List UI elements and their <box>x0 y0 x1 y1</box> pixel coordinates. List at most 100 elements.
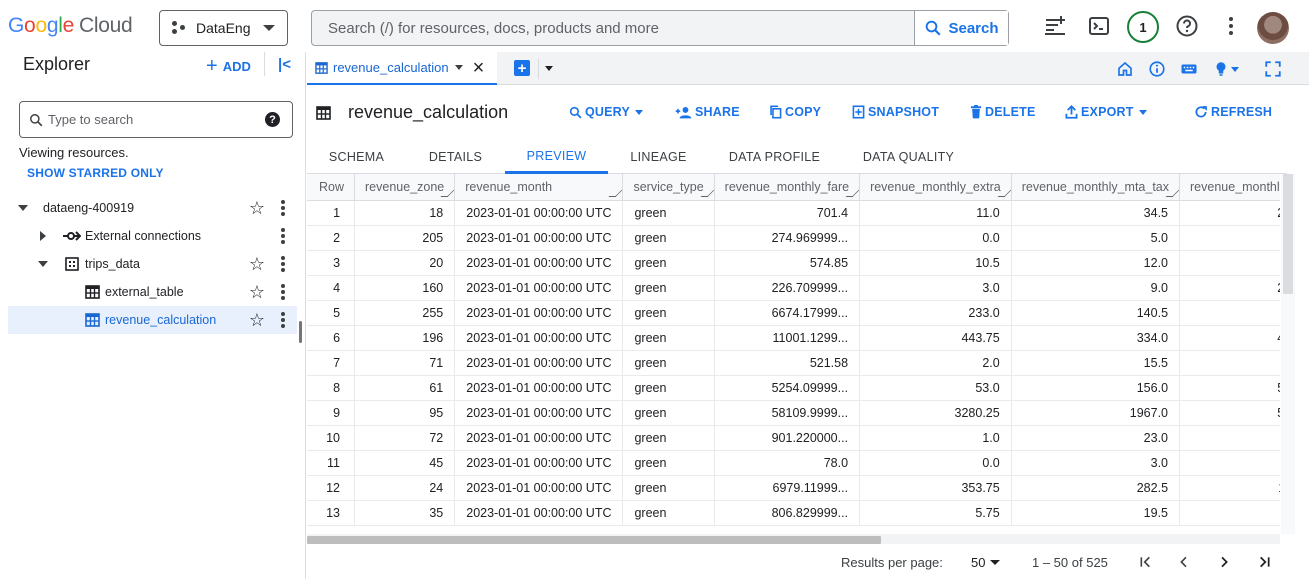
row-number[interactable]: 4 <box>307 275 356 301</box>
star-icon[interactable]: ☆ <box>249 283 265 301</box>
table-row[interactable]: 12 24 2023-01-01 00:00:00 UTC green 6979.119… <box>307 475 1280 501</box>
table-cell[interactable]: 574.85 <box>714 250 861 276</box>
table-row[interactable]: 10 72 2023-01-01 00:00:00 UTC green 901.2200… <box>307 425 1280 451</box>
table-cell[interactable]: 2023-01-01 00:00:00 UTC <box>454 425 624 451</box>
export-button[interactable]: EXPORT <box>1065 105 1147 119</box>
table-cell[interactable]: green <box>622 450 715 476</box>
tab-data-profile[interactable]: DATA PROFILE <box>709 140 840 173</box>
table-cell[interactable]: 140.5 <box>1011 300 1181 326</box>
query-button[interactable]: QUERY <box>569 105 643 119</box>
table-cell[interactable]: 0.0 <box>859 225 1012 251</box>
table-cell[interactable]: 2023-01-01 00:00:00 UTC <box>454 450 624 476</box>
row-number[interactable]: 7 <box>307 350 356 376</box>
notifications-badge[interactable]: 1 <box>1127 11 1159 43</box>
column-header[interactable]: revenue_monthly_mta_tax <box>1011 174 1181 201</box>
more-vert-icon[interactable] <box>281 284 285 300</box>
tree-item-project[interactable]: dataeng-400919 ☆ <box>8 194 297 222</box>
table-cell[interactable]: 233.0 <box>859 300 1012 326</box>
table-cell[interactable]: 71 <box>354 350 456 376</box>
copy-button[interactable]: COPY <box>769 105 821 119</box>
row-number[interactable]: 1 <box>307 200 356 226</box>
info-icon[interactable] <box>1148 60 1166 78</box>
table-cell[interactable]: 23.0 <box>1011 425 1181 451</box>
row-number[interactable]: 8 <box>307 375 356 401</box>
table-cell[interactable]: 3.0 <box>1011 450 1181 476</box>
table-cell[interactable]: 11.0 <box>859 200 1012 226</box>
table-cell[interactable]: 2023-01-01 00:00:00 UTC <box>454 300 624 326</box>
column-header[interactable]: service_type <box>622 174 715 201</box>
table-row[interactable]: 1 18 2023-01-01 00:00:00 UTC green 701.4 11.0… <box>307 200 1280 226</box>
table-cell[interactable]: 2023-01-01 00:00:00 UTC <box>454 475 624 501</box>
table-cell[interactable]: green <box>622 275 715 301</box>
column-header[interactable]: revenue_zone <box>354 174 456 201</box>
table-cell[interactable]: 78.0 <box>714 450 861 476</box>
tab-lineage[interactable]: LINEAGE <box>608 140 709 173</box>
table-cell[interactable]: 500.779999... <box>1179 375 1280 401</box>
table-cell[interactable]: 61 <box>354 375 456 401</box>
table-row[interactable]: 3 20 2023-01-01 00:00:00 UTC green 574.85 10.… <box>307 250 1280 276</box>
google-cloud-logo[interactable]: Google Cloud <box>8 14 133 38</box>
row-number[interactable]: 2 <box>307 225 356 251</box>
table-cell[interactable]: green <box>622 375 715 401</box>
delete-button[interactable]: DELETE <box>970 105 1036 119</box>
table-cell[interactable]: 6979.11999... <box>714 475 861 501</box>
table-cell[interactable]: 5.75 <box>859 500 1012 526</box>
tree-item-external-connections[interactable]: External connections <box>8 222 297 250</box>
panel-resize-handle[interactable] <box>299 321 302 343</box>
home-icon[interactable] <box>1116 60 1134 78</box>
table-cell[interactable]: 255 <box>354 300 456 326</box>
column-header[interactable]: Row <box>307 174 356 201</box>
cloud-shell-icon[interactable] <box>1087 14 1111 38</box>
global-search-input[interactable] <box>312 11 916 45</box>
table-cell[interactable]: 480.699999... <box>1179 325 1280 351</box>
table-cell[interactable]: 5750.18000... <box>1179 400 1280 426</box>
table-cell[interactable]: 95 <box>354 400 456 426</box>
table-cell[interactable]: green <box>622 475 715 501</box>
tab-preview[interactable]: PREVIEW <box>505 140 608 174</box>
table-cell[interactable]: 64.04 <box>1179 425 1280 451</box>
tree-item-revenue-calculation[interactable]: revenue_calculation ☆ <box>8 306 297 334</box>
column-resize-handle[interactable] <box>440 189 454 197</box>
horizontal-scrollbar[interactable] <box>307 536 881 544</box>
row-number[interactable]: 11 <box>307 450 356 476</box>
table-row[interactable]: 2 205 2023-01-01 00:00:00 UTC green 274.9699… <box>307 225 1280 251</box>
snapshot-button[interactable]: SNAPSHOT <box>852 105 939 119</box>
table-cell[interactable]: 35 <box>354 500 456 526</box>
row-number[interactable]: 3 <box>307 250 356 276</box>
table-cell[interactable]: 156.0 <box>1011 375 1181 401</box>
table-row[interactable]: 7 71 2023-01-01 00:00:00 UTC green 521.58 2.0… <box>307 350 1280 376</box>
column-resize-handle[interactable] <box>608 189 622 197</box>
tab-revenue-calculation[interactable]: revenue_calculation × <box>307 52 497 85</box>
table-cell[interactable]: green <box>622 225 715 251</box>
table-cell[interactable]: 2023-01-01 00:00:00 UTC <box>454 500 624 526</box>
table-cell[interactable]: 282.5 <box>1011 475 1181 501</box>
column-header[interactable]: revenue_monthly_tip_amount <box>1179 174 1280 201</box>
table-cell[interactable]: 901.220000... <box>714 425 861 451</box>
table-cell[interactable]: 226.709999... <box>714 275 861 301</box>
row-number[interactable]: 9 <box>307 400 356 426</box>
row-number[interactable]: 5 <box>307 300 356 326</box>
vertical-scrollbar[interactable] <box>1283 174 1293 294</box>
table-cell[interactable]: 160 <box>354 275 456 301</box>
column-resize-handle[interactable] <box>700 189 714 197</box>
keyboard-icon[interactable] <box>1180 60 1198 78</box>
table-row[interactable]: 4 160 2023-01-01 00:00:00 UTC green 226.7099… <box>307 275 1280 301</box>
chevron-down-icon[interactable] <box>1231 67 1239 72</box>
table-cell[interactable]: 2023-01-01 00:00:00 UTC <box>454 375 624 401</box>
table-cell[interactable]: 2023-01-01 00:00:00 UTC <box>454 250 624 276</box>
row-number[interactable]: 6 <box>307 325 356 351</box>
table-cell[interactable]: 18 <box>354 200 456 226</box>
more-vert-icon[interactable] <box>1219 14 1243 38</box>
column-resize-handle[interactable] <box>845 189 859 197</box>
table-cell[interactable]: 701.4 <box>714 200 861 226</box>
close-icon[interactable]: × <box>473 58 485 78</box>
column-header[interactable]: revenue_monthly_fare <box>714 174 861 201</box>
table-cell[interactable]: 47.66 <box>1179 500 1280 526</box>
table-cell[interactable]: 353.75 <box>859 475 1012 501</box>
help-icon[interactable] <box>1175 14 1199 38</box>
table-cell[interactable]: 1164.84000... <box>1179 475 1280 501</box>
star-icon[interactable]: ☆ <box>249 311 265 329</box>
table-cell[interactable]: green <box>622 400 715 426</box>
table-cell[interactable]: 1967.0 <box>1011 400 1181 426</box>
table-cell[interactable]: 58109.9999... <box>714 400 861 426</box>
